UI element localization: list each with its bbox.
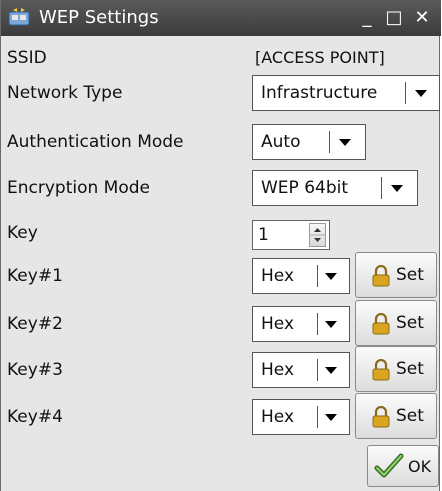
key1-set-button[interactable]: Set xyxy=(355,252,437,298)
network-card-icon xyxy=(8,8,30,26)
key1-label: Key#1 xyxy=(7,266,63,286)
key3-format-select[interactable]: Hex xyxy=(252,352,350,388)
chevron-down-icon xyxy=(325,321,337,328)
key4-format-value: Hex xyxy=(261,407,295,427)
lock-icon xyxy=(372,265,390,287)
key-value: 1 xyxy=(258,225,269,245)
minimize-button[interactable]: _ xyxy=(356,6,378,30)
key1-format-value: Hex xyxy=(261,266,295,286)
authentication-mode-value: Auto xyxy=(261,132,301,152)
ok-label: OK xyxy=(408,457,432,476)
network-type-select[interactable]: Infrastructure xyxy=(252,75,440,111)
key-spinbox[interactable]: 1 xyxy=(252,220,330,250)
encryption-mode-label: Encryption Mode xyxy=(7,178,150,198)
encryption-mode-select[interactable]: WEP 64bit xyxy=(252,170,418,206)
key3-label: Key#3 xyxy=(7,360,63,380)
ok-button[interactable]: OK xyxy=(367,445,439,487)
select-separator xyxy=(317,359,318,381)
authentication-mode-label: Authentication Mode xyxy=(7,132,184,152)
select-separator xyxy=(317,265,318,287)
key2-label: Key#2 xyxy=(7,314,63,334)
key2-format-select[interactable]: Hex xyxy=(252,306,350,342)
spin-buttons[interactable] xyxy=(309,223,326,247)
chevron-down-icon xyxy=(325,273,337,280)
maximize-button[interactable]: □ xyxy=(383,6,405,30)
lock-icon xyxy=(372,359,390,381)
select-separator xyxy=(317,406,318,428)
network-type-label: Network Type xyxy=(7,83,123,103)
ssid-value: [ACCESS POINT] xyxy=(255,48,385,67)
title-bar[interactable]: WEP Settings _ □ ✕ xyxy=(1,0,441,36)
network-type-value: Infrastructure xyxy=(261,83,378,103)
key4-label: Key#4 xyxy=(7,407,63,427)
key2-set-button[interactable]: Set xyxy=(355,300,437,346)
key3-set-label: Set xyxy=(396,359,424,379)
checkmark-icon xyxy=(374,453,404,478)
key3-format-value: Hex xyxy=(261,360,295,380)
key2-format-value: Hex xyxy=(261,314,295,334)
chevron-down-icon xyxy=(415,90,427,97)
key4-set-label: Set xyxy=(396,406,424,426)
chevron-down-icon xyxy=(391,185,403,192)
lock-icon xyxy=(372,313,390,335)
key2-set-label: Set xyxy=(396,313,424,333)
key4-set-button[interactable]: Set xyxy=(355,393,437,439)
key3-set-button[interactable]: Set xyxy=(355,346,437,392)
wep-settings-window: WEP Settings _ □ ✕ SSID [ACCESS POINT] N… xyxy=(0,0,441,491)
chevron-down-icon xyxy=(325,414,337,421)
key-label: Key xyxy=(7,223,38,243)
chevron-down-icon xyxy=(325,367,337,374)
window-title: WEP Settings xyxy=(39,7,159,28)
authentication-mode-select[interactable]: Auto xyxy=(252,124,366,160)
encryption-mode-value: WEP 64bit xyxy=(261,178,349,198)
select-separator xyxy=(381,177,382,199)
key1-set-label: Set xyxy=(396,265,424,285)
spin-up-down-icon xyxy=(310,228,325,242)
chevron-down-icon xyxy=(339,139,351,146)
select-separator xyxy=(317,313,318,335)
lock-icon xyxy=(372,406,390,428)
select-separator xyxy=(405,82,406,104)
close-button[interactable]: ✕ xyxy=(411,6,433,30)
key4-format-select[interactable]: Hex xyxy=(252,399,350,435)
ssid-label: SSID xyxy=(7,48,47,68)
select-separator xyxy=(329,131,330,153)
key1-format-select[interactable]: Hex xyxy=(252,258,350,294)
